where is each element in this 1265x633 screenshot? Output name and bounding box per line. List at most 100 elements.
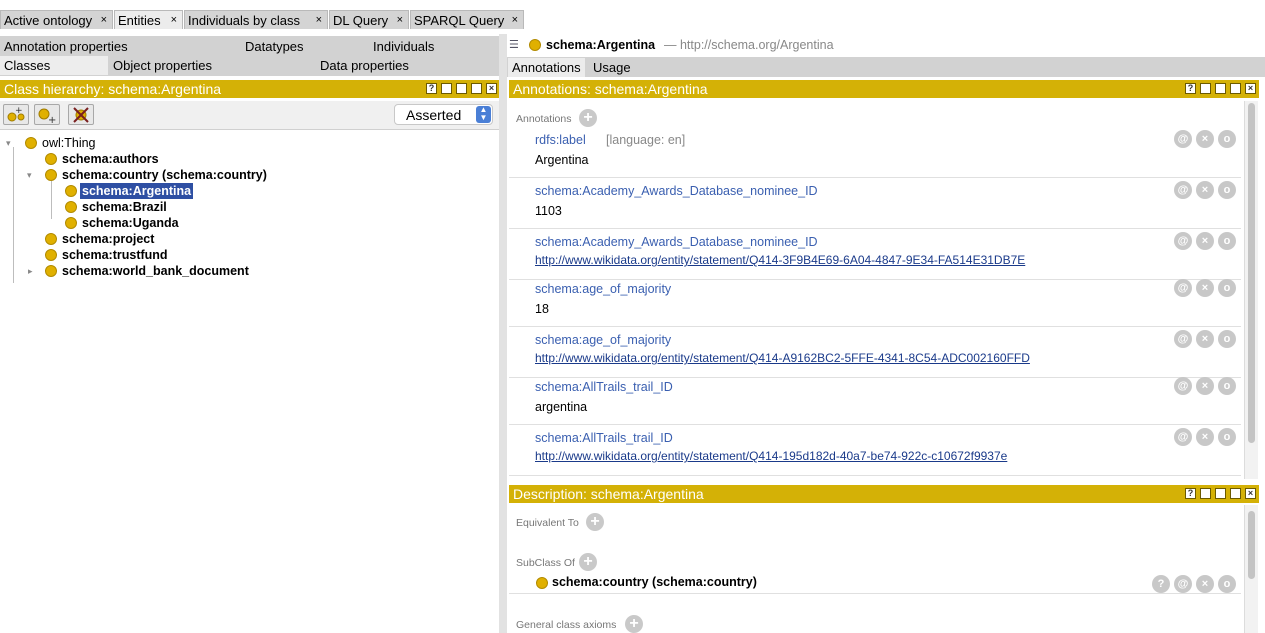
add-superclass-button[interactable]: +: [579, 553, 597, 571]
maximize-icon[interactable]: [1230, 83, 1241, 94]
annotation-item[interactable]: schema:Academy_Awards_Database_nominee_I…: [509, 178, 1241, 229]
annotation-item[interactable]: schema:AllTrails_trail_ID http://www.wik…: [509, 425, 1241, 476]
edit-icon[interactable]: o: [1218, 232, 1236, 250]
tree-item-argentina[interactable]: schema:Argentina: [0, 183, 300, 199]
superclass-item[interactable]: schema:country (schema:country) ? @ × o: [509, 573, 1241, 594]
description-scrollbar[interactable]: [1244, 505, 1258, 633]
edit-icon[interactable]: o: [1218, 330, 1236, 348]
delete-icon[interactable]: ×: [1196, 279, 1214, 297]
tab-individuals[interactable]: Individuals: [373, 37, 434, 56]
annotate-icon[interactable]: @: [1174, 377, 1192, 395]
tab-datatypes[interactable]: Datatypes: [245, 37, 304, 56]
maximize-icon[interactable]: [1230, 488, 1241, 499]
tree-item-uganda[interactable]: schema:Uganda: [0, 215, 300, 231]
close-icon[interactable]: ×: [101, 11, 107, 30]
delete-icon[interactable]: ×: [1196, 181, 1214, 199]
annotate-icon[interactable]: @: [1174, 181, 1192, 199]
annotation-property[interactable]: schema:AllTrails_trail_ID: [535, 431, 673, 445]
tab-data-properties[interactable]: Data properties: [320, 56, 409, 75]
tab-annotations[interactable]: Annotations: [508, 58, 585, 77]
add-subclass-button[interactable]: +: [3, 104, 29, 125]
close-view-icon[interactable]: ×: [1245, 83, 1256, 94]
tree-item-brazil[interactable]: schema:Brazil: [0, 199, 300, 215]
add-general-axiom-button[interactable]: +: [625, 615, 643, 633]
annotation-property[interactable]: rdfs:label: [535, 133, 586, 147]
delete-icon[interactable]: ×: [1196, 330, 1214, 348]
annotation-item[interactable]: schema:age_of_majority http://www.wikida…: [509, 327, 1241, 378]
scrollbar-thumb[interactable]: [1248, 511, 1255, 579]
split-vertical-icon[interactable]: [441, 83, 452, 94]
split-vertical-icon[interactable]: [1200, 488, 1211, 499]
annotation-property[interactable]: schema:Academy_Awards_Database_nominee_I…: [535, 235, 818, 249]
delete-icon[interactable]: ×: [1196, 377, 1214, 395]
annotate-icon[interactable]: @: [1174, 575, 1192, 593]
menu-grip-icon[interactable]: ☰: [509, 38, 519, 51]
annotation-item[interactable]: schema:Academy_Awards_Database_nominee_I…: [509, 229, 1241, 280]
split-horizontal-icon[interactable]: [456, 83, 467, 94]
edit-icon[interactable]: o: [1218, 575, 1236, 593]
delete-icon[interactable]: ×: [1196, 232, 1214, 250]
tab-sparql-query[interactable]: SPARQL Query ×: [410, 10, 524, 29]
close-icon[interactable]: ×: [316, 11, 322, 30]
tab-active-ontology[interactable]: Active ontology ×: [0, 10, 113, 29]
tree-item-project[interactable]: schema:project: [0, 231, 300, 247]
collapse-icon[interactable]: ▾: [27, 167, 32, 183]
close-view-icon[interactable]: ×: [486, 83, 497, 94]
annotate-icon[interactable]: @: [1174, 330, 1192, 348]
annotation-property[interactable]: schema:age_of_majority: [535, 282, 671, 296]
annotation-item[interactable]: schema:AllTrails_trail_ID argentina @ × …: [509, 374, 1241, 425]
close-icon[interactable]: ×: [397, 11, 403, 30]
tree-item-trustfund[interactable]: schema:trustfund: [0, 247, 300, 263]
split-horizontal-icon[interactable]: [1215, 488, 1226, 499]
delete-icon[interactable]: ×: [1196, 130, 1214, 148]
annotation-link[interactable]: http://www.wikidata.org/entity/statement…: [535, 449, 1007, 463]
tree-item-owl-thing[interactable]: ▾ owl:Thing: [0, 135, 300, 151]
tab-classes[interactable]: Classes: [0, 56, 108, 75]
annotations-scrollbar[interactable]: [1244, 101, 1258, 479]
split-horizontal-icon[interactable]: [1215, 83, 1226, 94]
close-icon[interactable]: ×: [171, 11, 177, 30]
tab-entities[interactable]: Entities ×: [114, 10, 183, 29]
expand-icon[interactable]: ▸: [28, 263, 33, 279]
close-icon[interactable]: ×: [512, 11, 518, 30]
split-vertical-icon[interactable]: [1200, 83, 1211, 94]
edit-icon[interactable]: o: [1218, 130, 1236, 148]
annotate-icon[interactable]: @: [1174, 130, 1192, 148]
collapse-icon[interactable]: ▾: [6, 135, 11, 151]
annotation-property[interactable]: schema:Academy_Awards_Database_nominee_I…: [535, 184, 818, 198]
add-annotation-button[interactable]: +: [579, 109, 597, 127]
tab-dl-query[interactable]: DL Query ×: [329, 10, 409, 29]
help-icon[interactable]: ?: [426, 83, 437, 94]
annotation-item[interactable]: schema:age_of_majority 18 @ × o: [509, 276, 1241, 327]
annotation-link[interactable]: http://www.wikidata.org/entity/statement…: [535, 351, 1030, 365]
maximize-icon[interactable]: [471, 83, 482, 94]
add-sibling-button[interactable]: +: [34, 104, 60, 126]
edit-icon[interactable]: o: [1218, 377, 1236, 395]
tab-annotation-properties[interactable]: Annotation properties: [4, 37, 128, 56]
panel-splitter[interactable]: [499, 34, 507, 633]
edit-icon[interactable]: o: [1218, 279, 1236, 297]
annotation-item[interactable]: rdfs:label [language: en] Argentina @ × …: [509, 127, 1241, 178]
annotation-property[interactable]: schema:age_of_majority: [535, 333, 671, 347]
delete-class-button[interactable]: [68, 104, 94, 125]
explain-icon[interactable]: ?: [1152, 575, 1170, 593]
tree-item-authors[interactable]: schema:authors: [0, 151, 300, 167]
tab-usage[interactable]: Usage: [589, 58, 635, 77]
delete-icon[interactable]: ×: [1196, 428, 1214, 446]
annotate-icon[interactable]: @: [1174, 428, 1192, 446]
annotation-property[interactable]: schema:AllTrails_trail_ID: [535, 380, 673, 394]
add-equivalent-button[interactable]: +: [586, 513, 604, 531]
tab-individuals-by-class[interactable]: Individuals by class ×: [184, 10, 328, 29]
edit-icon[interactable]: o: [1218, 428, 1236, 446]
edit-icon[interactable]: o: [1218, 181, 1236, 199]
help-icon[interactable]: ?: [1185, 83, 1196, 94]
tab-object-properties[interactable]: Object properties: [113, 56, 212, 75]
scrollbar-thumb[interactable]: [1248, 103, 1255, 443]
superclass-label[interactable]: schema:country (schema:country): [552, 575, 757, 589]
annotate-icon[interactable]: @: [1174, 232, 1192, 250]
close-view-icon[interactable]: ×: [1245, 488, 1256, 499]
tree-item-country[interactable]: ▾ schema:country (schema:country): [0, 167, 300, 183]
tree-item-world-bank-document[interactable]: ▸ schema:world_bank_document: [0, 263, 300, 279]
delete-icon[interactable]: ×: [1196, 575, 1214, 593]
hierarchy-mode-select[interactable]: Asserted ▲ ▼: [394, 104, 493, 125]
